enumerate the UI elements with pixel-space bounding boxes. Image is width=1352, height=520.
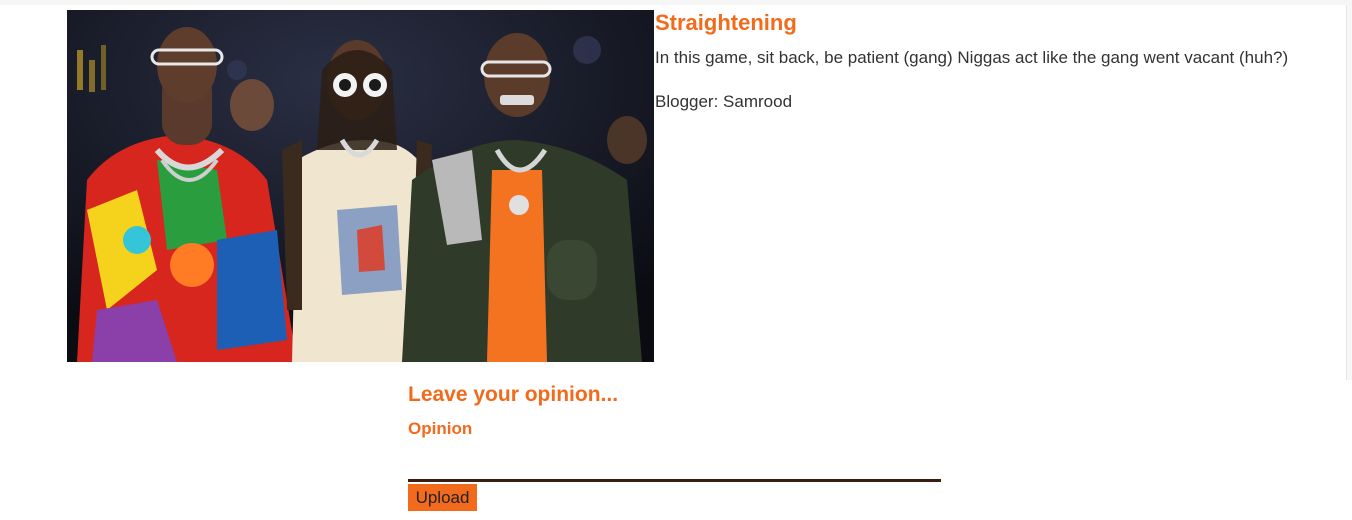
comment-heading: Leave your opinion... <box>408 383 619 406</box>
opinion-input[interactable] <box>408 447 941 482</box>
post-body: In this game, sit back, be patient (gang… <box>655 48 1289 67</box>
upload-button[interactable]: Upload <box>408 484 477 511</box>
post-title: Straightening <box>655 10 797 35</box>
post-image <box>67 10 654 362</box>
post-author: Blogger: Samrood <box>655 92 793 111</box>
scrollbar-edge <box>1346 5 1352 380</box>
top-bar <box>0 0 1352 5</box>
opinion-label: Opinion <box>408 419 473 438</box>
